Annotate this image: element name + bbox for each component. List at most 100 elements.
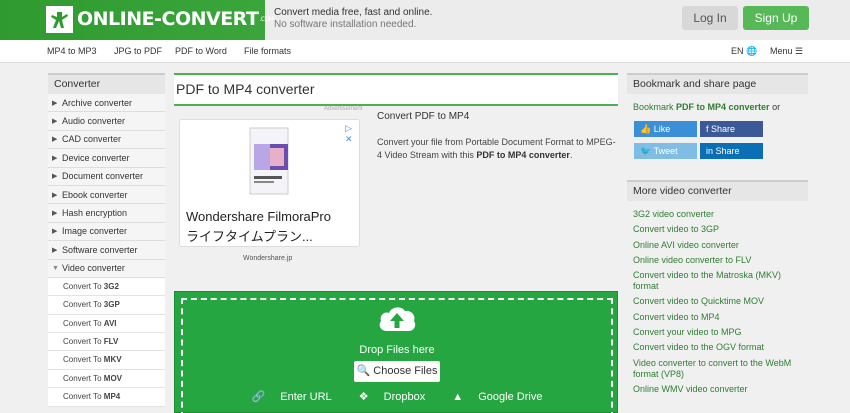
share-label: Share <box>711 124 736 134</box>
caret-right-icon: ▶ <box>52 173 58 181</box>
caret-right-icon: ▶ <box>52 191 58 199</box>
tagline-line2: No software installation needed. <box>274 19 417 30</box>
subitem-prefix: Convert To <box>63 392 102 402</box>
nav-item-pdf-to-word[interactable]: PDF to Word <box>175 46 227 56</box>
converter-heading: Convert PDF to MP4 <box>377 111 470 122</box>
sidebar-item-device[interactable]: ▶ Device converter <box>48 149 165 168</box>
right-sidebar: Bookmark and share page Bookmark PDF to … <box>627 73 808 394</box>
logo-icon <box>46 5 73 33</box>
list-item[interactable]: Online video converter to FLV <box>633 255 805 266</box>
list-item[interactable]: Convert video to MP4 <box>633 312 805 323</box>
sidebar-item-label: Archive converter <box>62 97 133 108</box>
subitem-prefix: Convert To <box>63 355 102 365</box>
linkedin-icon: in <box>706 146 714 156</box>
logo[interactable]: ONLINE-CONVERT .COM <box>46 5 274 33</box>
list-item[interactable]: Online AVI video converter <box>633 240 805 251</box>
sidebar-item-label: Document converter <box>62 171 144 182</box>
tagline-line1: Convert media free, fast and online. <box>274 7 433 18</box>
bookmark-text: Bookmark PDF to MP4 converter or <box>633 102 802 112</box>
subitem-format: 3GP <box>103 300 120 310</box>
header: ONLINE-CONVERT .COM Convert media free, … <box>0 0 850 40</box>
sidebar-item-label: Video converter <box>62 263 125 274</box>
ad-product-name: Wondershare FilmoraPro <box>186 209 331 224</box>
subitem-prefix: Convert To <box>63 373 102 383</box>
facebook-share-button[interactable]: f Share <box>700 121 763 137</box>
sidebar-item-video[interactable]: ▼ Video converter <box>48 259 165 278</box>
facebook-like-button[interactable]: 👍 Like <box>634 121 697 137</box>
sidebar-item-label: Image converter <box>62 226 128 237</box>
drop-zone[interactable]: Drop Files here 🔍 Choose Files 🔗 Enter U… <box>174 291 618 413</box>
sidebar-subitem-3g2[interactable]: Convert To 3G2 <box>48 277 165 297</box>
sidebar-item-software[interactable]: ▶ Software converter <box>48 241 165 260</box>
cloud-upload-icon <box>379 307 416 331</box>
sidebar-item-label: Device converter <box>62 152 130 163</box>
list-item[interactable]: Convert video to Quicktime MOV <box>633 296 805 307</box>
more-video-title: More video converter <box>627 180 808 201</box>
caret-right-icon: ▶ <box>52 118 58 126</box>
login-button[interactable]: Log In <box>682 6 738 30</box>
tweet-label: Tweet <box>653 146 678 156</box>
twitter-icon: 🐦 <box>640 146 652 156</box>
sidebar-item-hash[interactable]: ▶ Hash encryption <box>48 204 165 223</box>
ad-card[interactable]: ▷ ✕ Wondershare FilmoraPro ライフタイムプラン... <box>179 119 360 247</box>
sidebar-item-label: Hash encryption <box>62 208 128 219</box>
sidebar-item-ebook[interactable]: ▶ Ebook converter <box>48 185 165 205</box>
sidebar-item-cad[interactable]: ▶ CAD converter <box>48 130 165 150</box>
subitem-format: MKV <box>103 355 122 365</box>
bookmark-prefix: Bookmark <box>633 102 674 112</box>
subitem-prefix: Convert To <box>63 281 102 291</box>
caret-right-icon: ▶ <box>52 154 58 162</box>
signup-button[interactable]: Sign Up <box>743 6 809 30</box>
ad-product-plan: ライフタイムプラン... <box>186 229 313 244</box>
dropbox-button[interactable]: ❖ Dropbox <box>353 391 432 403</box>
caret-down-icon: ▼ <box>52 264 59 272</box>
ad-source[interactable]: Wondershare.jp <box>243 255 292 262</box>
product-box-image <box>249 127 289 195</box>
list-item[interactable]: Convert video to the OGV format <box>633 342 805 353</box>
list-item[interactable]: Online WMV video converter <box>633 384 805 395</box>
language-selector[interactable]: EN 🌐 <box>731 46 757 57</box>
sidebar-subitem-flv[interactable]: Convert To FLV <box>48 333 165 352</box>
bookmark-or: or <box>772 102 781 112</box>
list-item[interactable]: 3G2 video converter <box>633 209 805 220</box>
list-item[interactable]: Video converter to convert to the WebM f… <box>633 358 805 380</box>
list-item[interactable]: Convert video to the Matroska (MKV) form… <box>633 270 805 292</box>
ad-info-icon[interactable]: ▷ ✕ <box>345 123 359 145</box>
tweet-button[interactable]: 🐦 Tweet <box>634 143 697 159</box>
sidebar-item-image[interactable]: ▶ Image converter <box>48 222 165 242</box>
sidebar-subitem-avi[interactable]: Convert To AVI <box>48 314 165 334</box>
sidebar-item-label: Ebook converter <box>62 189 128 200</box>
nav-item-jpg-to-pdf[interactable]: JPG to PDF <box>114 46 162 56</box>
sidebar-subitem-3gp[interactable]: Convert To 3GP <box>48 296 165 315</box>
subitem-format: MP4 <box>103 392 121 402</box>
sidebar-subitem-mp4[interactable]: Convert To MP4 <box>48 388 165 407</box>
sidebar-item-audio[interactable]: ▶ Audio converter <box>48 112 165 131</box>
menu-label: Menu <box>770 46 793 56</box>
page-title: PDF to MP4 converter <box>174 73 618 106</box>
converter-sidebar: Converter ▶ Archive converter ▶ Audio conv… <box>48 73 165 407</box>
list-item[interactable]: Convert your video to MPG <box>633 327 805 338</box>
ad-label: Advertisement <box>324 106 363 112</box>
sidebar-item-document[interactable]: ▶ Document converter <box>48 167 165 186</box>
google-drive-label: Google Drive <box>478 391 543 403</box>
choose-files-button[interactable]: 🔍 Choose Files <box>354 361 440 382</box>
sidebar-item-label: Audio converter <box>62 116 126 127</box>
google-drive-button[interactable]: ▲ Google Drive <box>446 391 548 403</box>
caret-right-icon: ▶ <box>52 246 58 254</box>
converter-description: Convert your file from Portable Document… <box>377 137 616 160</box>
nav-item-mp4-to-mp3[interactable]: MP4 to MP3 <box>47 46 97 56</box>
linkedin-share-button[interactable]: in Share <box>700 143 763 159</box>
enter-url-button[interactable]: 🔗 Enter URL <box>246 391 338 403</box>
sidebar-subitem-mov[interactable]: Convert To MOV <box>48 369 165 389</box>
nav-item-file-formats[interactable]: File formats <box>244 46 291 56</box>
search-icon: 🔍 <box>356 365 371 377</box>
sidebar-subitem-mkv[interactable]: Convert To MKV <box>48 351 165 370</box>
menu-button[interactable]: Menu ☰ <box>770 46 803 57</box>
globe-icon: 🌐 <box>746 46 758 56</box>
list-item[interactable]: Convert video to 3GP <box>633 224 805 235</box>
sidebar-item-archive[interactable]: ▶ Archive converter <box>48 94 165 113</box>
logo-text: ONLINE-CONVERT <box>77 8 259 30</box>
sidebar-item-label: CAD converter <box>62 134 122 145</box>
link-icon: 🔗 <box>251 391 266 403</box>
bookmark-link[interactable]: PDF to MP4 converter <box>676 102 770 112</box>
